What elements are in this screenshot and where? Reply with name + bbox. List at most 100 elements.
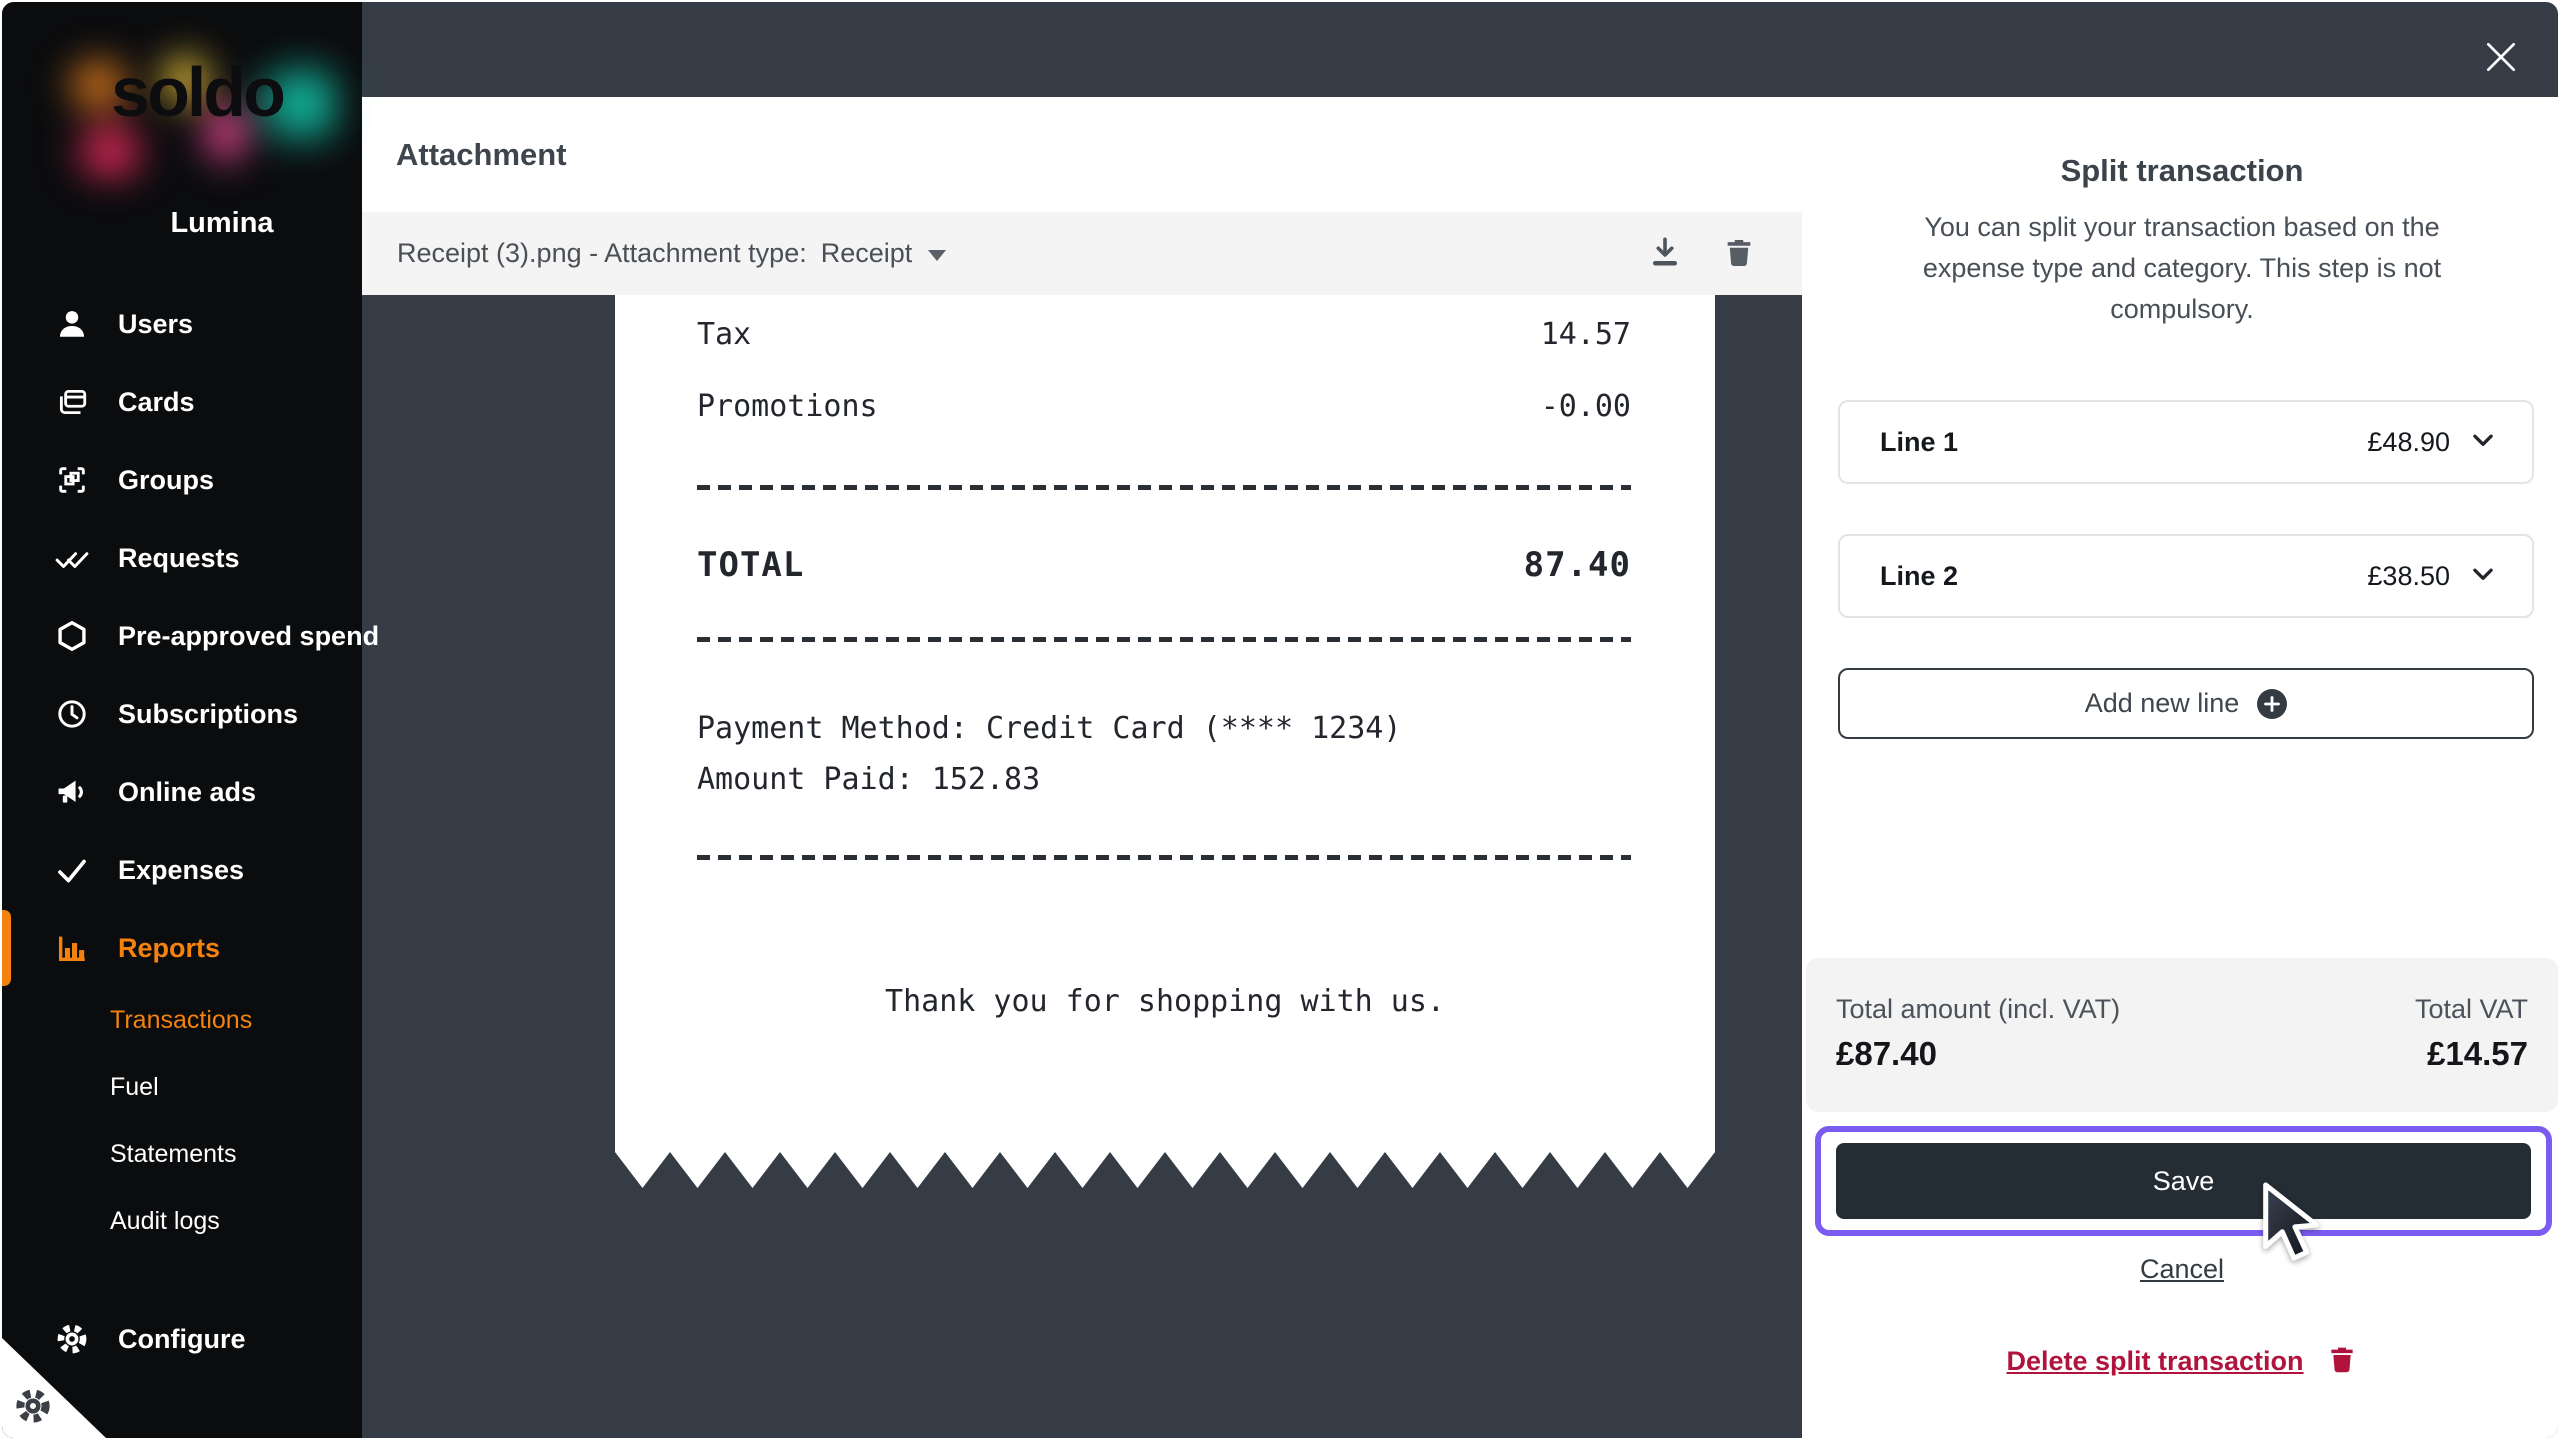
receipt-total-value: 87.40 bbox=[1524, 545, 1631, 585]
receipt-line: Promotions -0.00 bbox=[697, 389, 1631, 424]
sidebar-subitem-transactions[interactable]: Transactions bbox=[2, 987, 362, 1054]
attachment-viewer[interactable]: Tax 14.57 Promotions -0.00 TOTAL 87.40 P… bbox=[362, 295, 1802, 1440]
sidebar-item-configure[interactable]: Configure bbox=[2, 1300, 362, 1378]
receipt-payment-line: Payment Method: Credit Card (**** 1234) bbox=[697, 711, 1631, 746]
sidebar-item-expenses[interactable]: Expenses bbox=[2, 831, 362, 909]
environment-label: Lumina bbox=[62, 207, 382, 240]
sidebar-item-users[interactable]: Users bbox=[2, 285, 362, 363]
download-button[interactable] bbox=[1642, 231, 1688, 277]
delete-attachment-button[interactable] bbox=[1716, 231, 1762, 277]
receipt-label: Promotions bbox=[697, 389, 878, 424]
sidebar-item-label: Requests bbox=[118, 543, 240, 574]
receipt-divider bbox=[697, 485, 1631, 490]
user-icon bbox=[54, 306, 90, 342]
total-amount-value: £87.40 bbox=[1836, 1035, 1937, 1073]
attachment-header: Attachment bbox=[362, 97, 1802, 212]
sidebar-item-label: Pre-approved spend bbox=[118, 621, 379, 652]
receipt-total-label: TOTAL bbox=[697, 545, 804, 585]
sidebar-item-requests[interactable]: Requests bbox=[2, 519, 362, 597]
sidebar: soldo Lumina Users Cards bbox=[2, 2, 362, 1438]
split-line-1[interactable]: Line 1 £48.90 bbox=[1838, 400, 2534, 484]
double-check-icon bbox=[54, 540, 90, 576]
delete-link: Delete split transaction bbox=[2006, 1346, 2303, 1377]
cancel-link[interactable]: Cancel bbox=[2140, 1254, 2224, 1284]
attachment-toolbar: Receipt (3).png - Attachment type: Recei… bbox=[362, 212, 1802, 295]
sidebar-subitem-label: Statements bbox=[110, 1140, 236, 1169]
receipt-footer: Thank you for shopping with us. bbox=[615, 984, 1715, 1019]
corner-gear-icon[interactable] bbox=[12, 1385, 54, 1432]
trash-icon bbox=[1722, 235, 1756, 272]
sidebar-subitem-statements[interactable]: Statements bbox=[2, 1121, 362, 1188]
groups-icon bbox=[54, 462, 90, 498]
receipt-amount-line: Amount Paid: 152.83 bbox=[697, 762, 1631, 797]
caret-down-icon[interactable] bbox=[928, 250, 946, 261]
mouse-cursor bbox=[2254, 1180, 2332, 1273]
plus-circle-icon bbox=[2257, 689, 2287, 719]
attachment-title: Attachment bbox=[396, 137, 567, 173]
trash-icon-red bbox=[2326, 1343, 2358, 1380]
panel-title: Split transaction bbox=[1802, 153, 2560, 189]
line-label: Line 1 bbox=[1880, 427, 2367, 458]
line-label: Line 2 bbox=[1880, 561, 2367, 592]
soldo-wordmark: soldo bbox=[52, 52, 342, 132]
attachment-filename: Receipt (3).png - Attachment type: bbox=[397, 238, 807, 269]
split-transaction-panel: Split transaction You can split your tra… bbox=[1802, 97, 2560, 1440]
chevron-down-icon bbox=[2470, 561, 2496, 592]
sidebar-item-label: Online ads bbox=[118, 777, 256, 808]
receipt-divider bbox=[697, 637, 1631, 642]
sidebar-subitem-fuel[interactable]: Fuel bbox=[2, 1054, 362, 1121]
totals-summary: Total amount (incl. VAT) Total VAT £87.4… bbox=[1806, 958, 2558, 1112]
sidebar-nav: Users Cards Groups bbox=[2, 285, 362, 1255]
bar-chart-icon bbox=[54, 930, 90, 966]
sidebar-subitem-audit-logs[interactable]: Audit logs bbox=[2, 1188, 362, 1255]
check-icon bbox=[54, 852, 90, 888]
clock-icon bbox=[54, 696, 90, 732]
save-button[interactable]: Save bbox=[1836, 1143, 2531, 1219]
split-line-2[interactable]: Line 2 £38.50 bbox=[1838, 534, 2534, 618]
sidebar-item-label: Users bbox=[118, 309, 193, 340]
cards-icon bbox=[54, 384, 90, 420]
receipt-torn-edge bbox=[615, 1152, 1715, 1188]
receipt-total-line: TOTAL 87.40 bbox=[697, 545, 1631, 585]
total-amount-label: Total amount (incl. VAT) bbox=[1836, 994, 2120, 1025]
sidebar-item-label: Reports bbox=[118, 933, 220, 964]
receipt-value: 14.57 bbox=[1541, 317, 1631, 352]
cancel-link-wrap: Cancel bbox=[1802, 1254, 2560, 1285]
panel-description: You can split your transaction based on … bbox=[1890, 207, 2474, 330]
sidebar-subitem-label: Fuel bbox=[110, 1073, 159, 1102]
sidebar-item-subscriptions[interactable]: Subscriptions bbox=[2, 675, 362, 753]
active-indicator bbox=[2, 910, 11, 986]
add-line-label: Add new line bbox=[2085, 688, 2240, 719]
download-icon bbox=[1647, 234, 1683, 273]
sidebar-item-label: Cards bbox=[118, 387, 195, 418]
save-focus-ring: Save bbox=[1815, 1126, 2552, 1236]
receipt-value: -0.00 bbox=[1541, 389, 1631, 424]
add-new-line-button[interactable]: Add new line bbox=[1838, 668, 2534, 739]
sidebar-item-groups[interactable]: Groups bbox=[2, 441, 362, 519]
sidebar-item-reports[interactable]: Reports bbox=[2, 909, 362, 987]
gear-icon bbox=[54, 1321, 90, 1357]
line-amount: £38.50 bbox=[2367, 561, 2450, 592]
attachment-type-value[interactable]: Receipt bbox=[821, 238, 913, 269]
sidebar-subitem-label: Audit logs bbox=[110, 1207, 220, 1236]
chevron-down-icon bbox=[2470, 427, 2496, 458]
total-vat-value: £14.57 bbox=[2427, 1035, 2528, 1073]
soldo-logo: soldo bbox=[52, 24, 342, 184]
line-amount: £48.90 bbox=[2367, 427, 2450, 458]
receipt-payment-text: Payment Method: Credit Card (**** 1234) bbox=[697, 711, 1401, 746]
sidebar-item-label: Groups bbox=[118, 465, 214, 496]
sidebar-item-label: Expenses bbox=[118, 855, 244, 886]
total-vat-label: Total VAT bbox=[2415, 994, 2528, 1025]
receipt-label: Tax bbox=[697, 317, 751, 352]
delete-split-transaction[interactable]: Delete split transaction bbox=[1802, 1343, 2560, 1380]
sidebar-subitem-label: Transactions bbox=[110, 1006, 252, 1035]
receipt-amount-text: Amount Paid: 152.83 bbox=[697, 762, 1040, 797]
sidebar-item-cards[interactable]: Cards bbox=[2, 363, 362, 441]
close-icon[interactable] bbox=[2482, 38, 2520, 79]
megaphone-icon bbox=[54, 774, 90, 810]
receipt-line: Tax 14.57 bbox=[697, 317, 1631, 352]
sidebar-item-label: Configure bbox=[118, 1324, 246, 1355]
sidebar-item-pre-approved-spend[interactable]: Pre-approved spend bbox=[2, 597, 362, 675]
hexagon-icon bbox=[54, 618, 90, 654]
sidebar-item-online-ads[interactable]: Online ads bbox=[2, 753, 362, 831]
